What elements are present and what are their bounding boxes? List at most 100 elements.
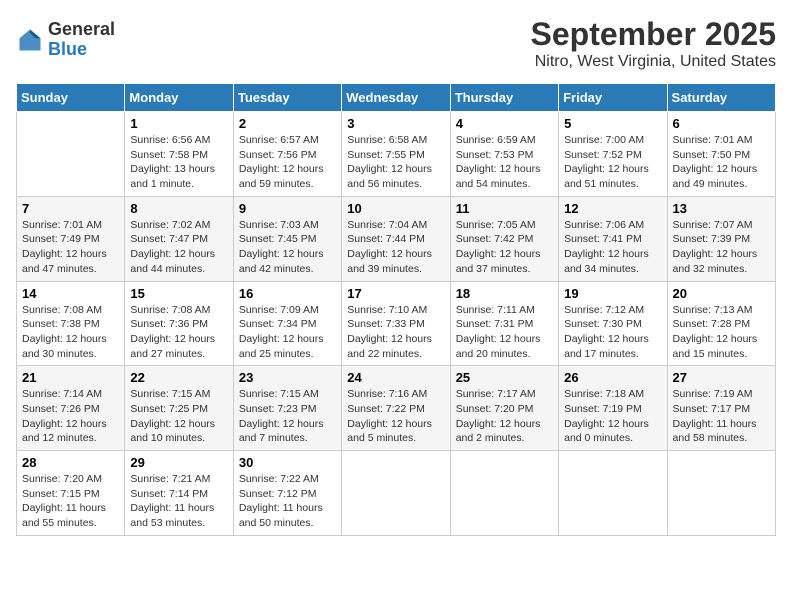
day-info: Sunrise: 7:18 AMSunset: 7:19 PMDaylight:… (564, 387, 661, 446)
header-wednesday: Wednesday (342, 84, 450, 112)
header-monday: Monday (125, 84, 233, 112)
day-info: Sunrise: 7:04 AMSunset: 7:44 PMDaylight:… (347, 218, 444, 277)
day-number: 8 (130, 201, 227, 216)
day-info: Sunrise: 7:15 AMSunset: 7:25 PMDaylight:… (130, 387, 227, 446)
logo-general: General (48, 20, 115, 40)
calendar-cell: 22 Sunrise: 7:15 AMSunset: 7:25 PMDayligh… (125, 366, 233, 451)
calendar-week-row: 7Sunrise: 7:01 AMSunset: 7:49 PMDaylight… (17, 196, 776, 281)
day-number: 28 (22, 455, 119, 470)
day-info: Sunrise: 7:14 AMSunset: 7:26 PMDaylight:… (22, 387, 119, 446)
header-friday: Friday (559, 84, 667, 112)
day-number: 30 (239, 455, 336, 470)
day-number: 18 (456, 286, 553, 301)
calendar-cell: 7Sunrise: 7:01 AMSunset: 7:49 PMDaylight… (17, 196, 125, 281)
day-info: Sunrise: 7:05 AMSunset: 7:42 PMDaylight:… (456, 218, 553, 277)
day-info: Sunrise: 7:11 AMSunset: 7:31 PMDaylight:… (456, 303, 553, 362)
calendar-cell (17, 112, 125, 197)
day-info: Sunrise: 7:10 AMSunset: 7:33 PMDaylight:… (347, 303, 444, 362)
day-info: Sunrise: 7:08 AMSunset: 7:36 PMDaylight:… (130, 303, 227, 362)
day-info: Sunrise: 7:01 AMSunset: 7:49 PMDaylight:… (22, 218, 119, 277)
header-saturday: Saturday (667, 84, 775, 112)
calendar-week-row: 21 Sunrise: 7:14 AMSunset: 7:26 PMDayligh… (17, 366, 776, 451)
calendar-cell: 10 Sunrise: 7:04 AMSunset: 7:44 PMDayligh… (342, 196, 450, 281)
calendar-cell: 23 Sunrise: 7:15 AMSunset: 7:23 PMDayligh… (233, 366, 341, 451)
day-number: 23 (239, 370, 336, 385)
calendar-cell (342, 451, 450, 536)
day-info: Sunrise: 7:19 AMSunset: 7:17 PMDaylight:… (673, 387, 770, 446)
logo: General Blue (16, 20, 115, 60)
header-thursday: Thursday (450, 84, 558, 112)
calendar-cell: 14 Sunrise: 7:08 AMSunset: 7:38 PMDayligh… (17, 281, 125, 366)
day-number: 4 (456, 116, 553, 131)
page-header: General Blue September 2025 Nitro, West … (16, 16, 776, 71)
day-info: Sunrise: 7:15 AMSunset: 7:23 PMDaylight:… (239, 387, 336, 446)
calendar-cell: 19Sunrise: 7:12 AMSunset: 7:30 PMDayligh… (559, 281, 667, 366)
day-info: Sunrise: 7:08 AMSunset: 7:38 PMDaylight:… (22, 303, 119, 362)
calendar-cell: 8 Sunrise: 7:02 AMSunset: 7:47 PMDaylight… (125, 196, 233, 281)
page-subtitle: Nitro, West Virginia, United States (531, 53, 776, 71)
calendar-cell: 17 Sunrise: 7:10 AMSunset: 7:33 PMDayligh… (342, 281, 450, 366)
day-info: Sunrise: 7:13 AMSunset: 7:28 PMDaylight:… (673, 303, 770, 362)
calendar-cell: 1 Sunrise: 6:56 AMSunset: 7:58 PMDaylight… (125, 112, 233, 197)
calendar-table: SundayMondayTuesdayWednesdayThursdayFrid… (16, 83, 776, 536)
day-number: 29 (130, 455, 227, 470)
day-info: Sunrise: 7:17 AMSunset: 7:20 PMDaylight:… (456, 387, 553, 446)
day-number: 6 (673, 116, 770, 131)
day-info: Sunrise: 7:21 AMSunset: 7:14 PMDaylight:… (130, 472, 227, 531)
calendar-cell: 6 Sunrise: 7:01 AMSunset: 7:50 PMDaylight… (667, 112, 775, 197)
calendar-week-row: 1 Sunrise: 6:56 AMSunset: 7:58 PMDaylight… (17, 112, 776, 197)
calendar-cell: 12 Sunrise: 7:06 AMSunset: 7:41 PMDayligh… (559, 196, 667, 281)
day-number: 16 (239, 286, 336, 301)
day-info: Sunrise: 7:00 AMSunset: 7:52 PMDaylight:… (564, 133, 661, 192)
day-info: Sunrise: 7:01 AMSunset: 7:50 PMDaylight:… (673, 133, 770, 192)
day-info: Sunrise: 6:56 AMSunset: 7:58 PMDaylight:… (130, 133, 227, 192)
calendar-cell: 29 Sunrise: 7:21 AMSunset: 7:14 PMDayligh… (125, 451, 233, 536)
calendar-cell: 25 Sunrise: 7:17 AMSunset: 7:20 PMDayligh… (450, 366, 558, 451)
day-number: 22 (130, 370, 227, 385)
day-info: Sunrise: 6:58 AMSunset: 7:55 PMDaylight:… (347, 133, 444, 192)
day-number: 2 (239, 116, 336, 131)
calendar-cell: 9 Sunrise: 7:03 AMSunset: 7:45 PMDaylight… (233, 196, 341, 281)
day-info: Sunrise: 7:03 AMSunset: 7:45 PMDaylight:… (239, 218, 336, 277)
day-number: 19 (564, 286, 661, 301)
day-number: 20 (673, 286, 770, 301)
calendar-cell (559, 451, 667, 536)
calendar-cell: 13Sunrise: 7:07 AMSunset: 7:39 PMDayligh… (667, 196, 775, 281)
calendar-cell: 4Sunrise: 6:59 AMSunset: 7:53 PMDaylight… (450, 112, 558, 197)
calendar-cell: 5 Sunrise: 7:00 AMSunset: 7:52 PMDaylight… (559, 112, 667, 197)
calendar-cell: 30Sunrise: 7:22 AMSunset: 7:12 PMDayligh… (233, 451, 341, 536)
day-number: 1 (130, 116, 227, 131)
header-tuesday: Tuesday (233, 84, 341, 112)
day-number: 5 (564, 116, 661, 131)
calendar-cell: 15 Sunrise: 7:08 AMSunset: 7:36 PMDayligh… (125, 281, 233, 366)
calendar-cell (667, 451, 775, 536)
day-info: Sunrise: 6:57 AMSunset: 7:56 PMDaylight:… (239, 133, 336, 192)
day-number: 25 (456, 370, 553, 385)
day-info: Sunrise: 7:20 AMSunset: 7:15 PMDaylight:… (22, 472, 119, 531)
calendar-cell: 18 Sunrise: 7:11 AMSunset: 7:31 PMDayligh… (450, 281, 558, 366)
logo-icon (16, 26, 44, 54)
calendar-cell: 28 Sunrise: 7:20 AMSunset: 7:15 PMDayligh… (17, 451, 125, 536)
logo-blue: Blue (48, 40, 115, 60)
logo-text: General Blue (48, 20, 115, 60)
day-number: 15 (130, 286, 227, 301)
day-info: Sunrise: 7:16 AMSunset: 7:22 PMDaylight:… (347, 387, 444, 446)
day-number: 21 (22, 370, 119, 385)
day-number: 12 (564, 201, 661, 216)
day-info: Sunrise: 7:06 AMSunset: 7:41 PMDaylight:… (564, 218, 661, 277)
day-info: Sunrise: 7:02 AMSunset: 7:47 PMDaylight:… (130, 218, 227, 277)
day-number: 17 (347, 286, 444, 301)
page-title: September 2025 (531, 16, 776, 53)
calendar-cell: 27Sunrise: 7:19 AMSunset: 7:17 PMDayligh… (667, 366, 775, 451)
calendar-cell: 21 Sunrise: 7:14 AMSunset: 7:26 PMDayligh… (17, 366, 125, 451)
day-number: 14 (22, 286, 119, 301)
calendar-header-row: SundayMondayTuesdayWednesdayThursdayFrid… (17, 84, 776, 112)
calendar-cell: 20 Sunrise: 7:13 AMSunset: 7:28 PMDayligh… (667, 281, 775, 366)
day-number: 9 (239, 201, 336, 216)
day-number: 11 (456, 201, 553, 216)
day-number: 24 (347, 370, 444, 385)
calendar-cell: 16Sunrise: 7:09 AMSunset: 7:34 PMDayligh… (233, 281, 341, 366)
day-info: Sunrise: 7:07 AMSunset: 7:39 PMDaylight:… (673, 218, 770, 277)
calendar-week-row: 14 Sunrise: 7:08 AMSunset: 7:38 PMDayligh… (17, 281, 776, 366)
day-number: 10 (347, 201, 444, 216)
